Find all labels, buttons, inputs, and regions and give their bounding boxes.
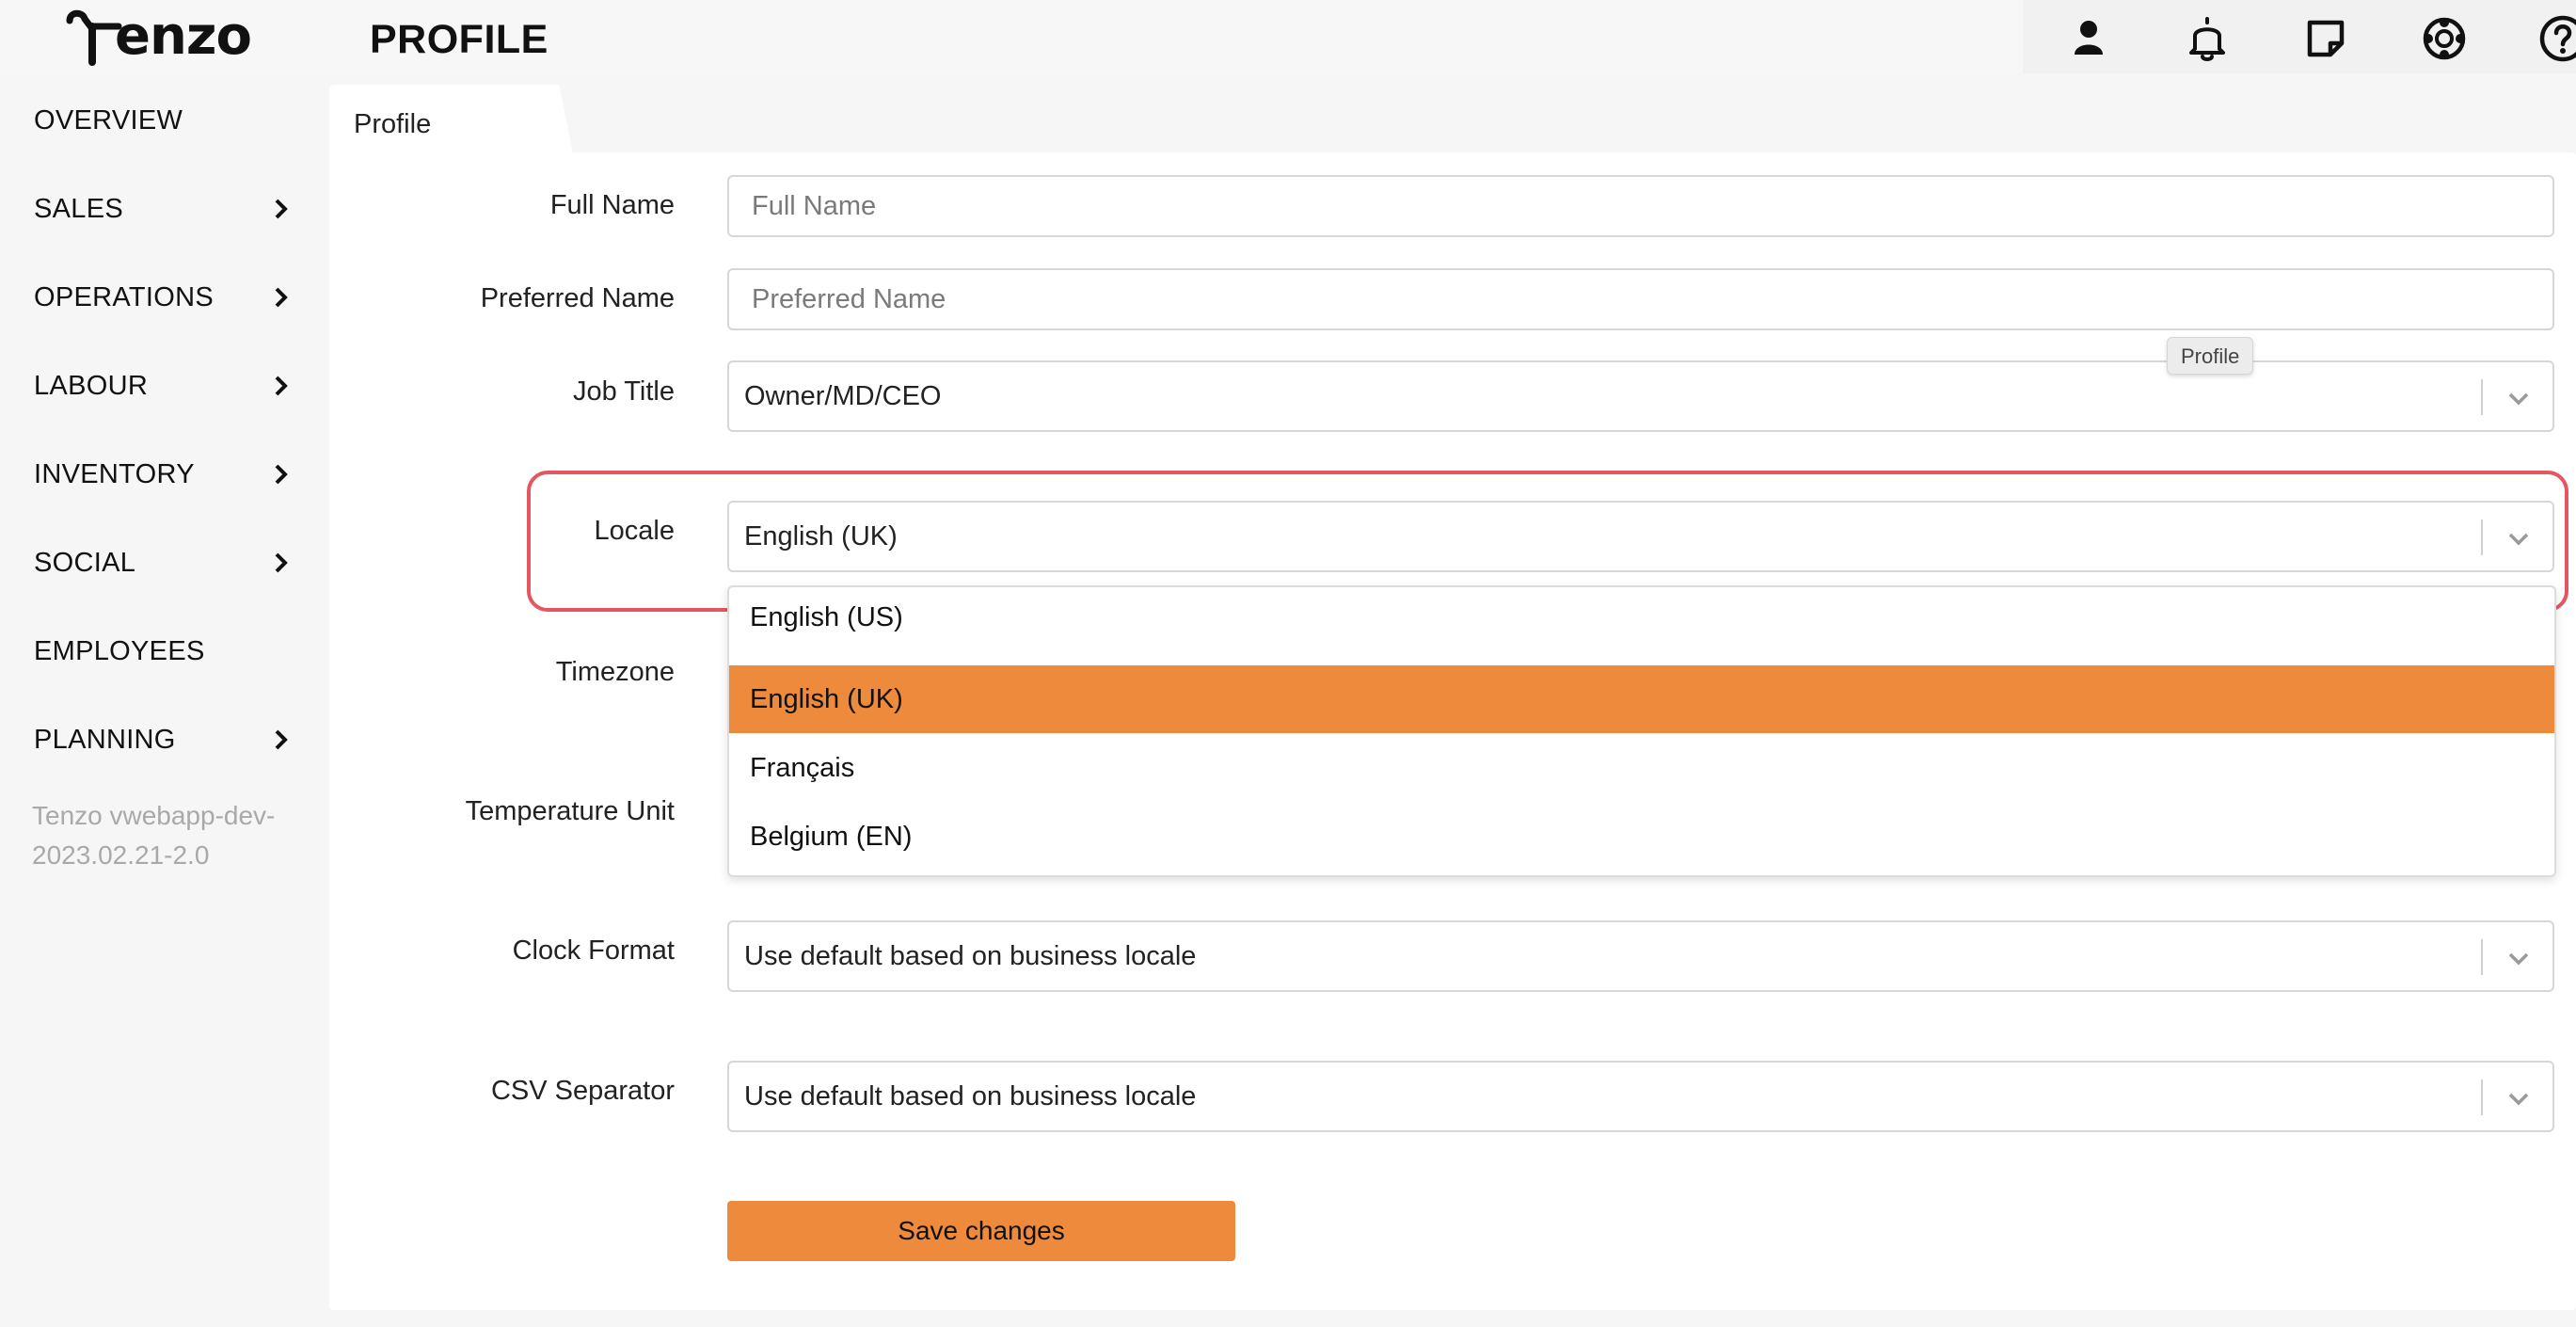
sidebar-item-employees[interactable]: EMPLOYEES xyxy=(34,625,288,678)
preferred-name-input[interactable] xyxy=(727,268,2554,330)
bell-icon[interactable] xyxy=(2180,11,2234,66)
clock-format-label: Clock Format xyxy=(512,935,675,966)
sidebar-item-overview[interactable]: OVERVIEW xyxy=(34,94,288,147)
select-separator xyxy=(2481,939,2483,975)
chevron-right-icon xyxy=(275,729,288,750)
sidebar-item-label: OVERVIEW xyxy=(34,104,183,136)
locale-value: English (UK) xyxy=(744,521,898,552)
timezone-label: Timezone xyxy=(555,657,675,687)
chevron-down-icon xyxy=(2508,533,2529,546)
app-version: Tenzo vwebapp-dev-2023.02.21-2.0 xyxy=(32,801,276,870)
note-icon[interactable] xyxy=(2298,11,2353,66)
sidebar-item-inventory[interactable]: INVENTORY xyxy=(34,448,288,501)
top-bar: enzo PROFILE xyxy=(0,0,2576,73)
job-title-label: Job Title xyxy=(573,376,675,407)
user-icon[interactable] xyxy=(2061,11,2116,66)
sidebar-item-social[interactable]: SOCIAL xyxy=(34,536,288,589)
job-title-value: Owner/MD/CEO xyxy=(744,381,942,411)
job-title-select[interactable]: Owner/MD/CEO xyxy=(727,360,2554,432)
sidebar-item-labour[interactable]: LABOUR xyxy=(34,360,288,412)
sidebar-item-label: SOCIAL xyxy=(34,547,136,578)
top-icon-bar xyxy=(2023,0,2576,73)
sidebar-item-label: LABOUR xyxy=(34,370,149,401)
full-name-input[interactable] xyxy=(727,175,2554,237)
locale-label: Locale xyxy=(594,516,675,546)
profile-tooltip: Profile xyxy=(2167,337,2254,375)
locale-option-english-us[interactable]: English (US) xyxy=(729,587,2554,651)
locale-dropdown-menu: English (US) English (UK) Français Belgi… xyxy=(727,585,2556,877)
clock-format-value: Use default based on business locale xyxy=(744,941,1197,971)
chevron-right-icon xyxy=(275,464,288,485)
support-icon[interactable] xyxy=(2417,11,2472,66)
sidebar-item-label: SALES xyxy=(34,193,123,224)
locale-select[interactable]: English (UK) xyxy=(727,501,2554,572)
sidebar-item-sales[interactable]: SALES xyxy=(34,183,288,235)
sidebar: OVERVIEW SALES OPERATIONS LABOUR INVENTO… xyxy=(0,73,325,1327)
tenzo-logo[interactable]: enzo xyxy=(64,4,252,70)
sidebar-item-operations[interactable]: OPERATIONS xyxy=(34,271,288,324)
select-separator xyxy=(2481,1079,2483,1115)
logo-mark-icon xyxy=(66,9,122,66)
sidebar-item-planning[interactable]: PLANNING xyxy=(34,713,288,766)
sidebar-item-label: EMPLOYEES xyxy=(34,635,205,666)
locale-option-english-uk[interactable]: English (UK) xyxy=(729,665,2554,733)
logo-text: enzo xyxy=(115,6,252,67)
chevron-right-icon xyxy=(275,376,288,396)
tab-profile[interactable]: Profile xyxy=(329,85,574,158)
sidebar-item-label: INVENTORY xyxy=(34,458,195,489)
help-icon[interactable] xyxy=(2536,11,2576,66)
chevron-right-icon xyxy=(275,199,288,219)
full-name-label: Full Name xyxy=(549,190,675,220)
sidebar-item-label: OPERATIONS xyxy=(34,281,214,312)
sidebar-item-label: PLANNING xyxy=(34,724,176,755)
save-changes-button[interactable]: Save changes xyxy=(727,1201,1235,1261)
chevron-down-icon xyxy=(2508,952,2529,966)
chevron-down-icon xyxy=(2508,392,2529,406)
locale-option-belgium-en[interactable]: Belgium (EN) xyxy=(729,803,2554,871)
chevron-right-icon xyxy=(275,552,288,573)
select-separator xyxy=(2481,379,2483,415)
preferred-name-label: Preferred Name xyxy=(480,283,675,313)
clock-format-select[interactable]: Use default based on business locale xyxy=(727,920,2554,992)
page-title: PROFILE xyxy=(370,17,549,62)
csv-separator-value: Use default based on business locale xyxy=(744,1081,1197,1111)
chevron-right-icon xyxy=(275,287,288,308)
csv-separator-select[interactable]: Use default based on business locale xyxy=(727,1061,2554,1132)
locale-option-francais[interactable]: Français xyxy=(729,734,2554,802)
csv-separator-label: CSV Separator xyxy=(490,1076,675,1106)
select-separator xyxy=(2481,520,2483,555)
temperature-unit-label: Temperature Unit xyxy=(465,796,675,826)
chevron-down-icon xyxy=(2508,1093,2529,1106)
